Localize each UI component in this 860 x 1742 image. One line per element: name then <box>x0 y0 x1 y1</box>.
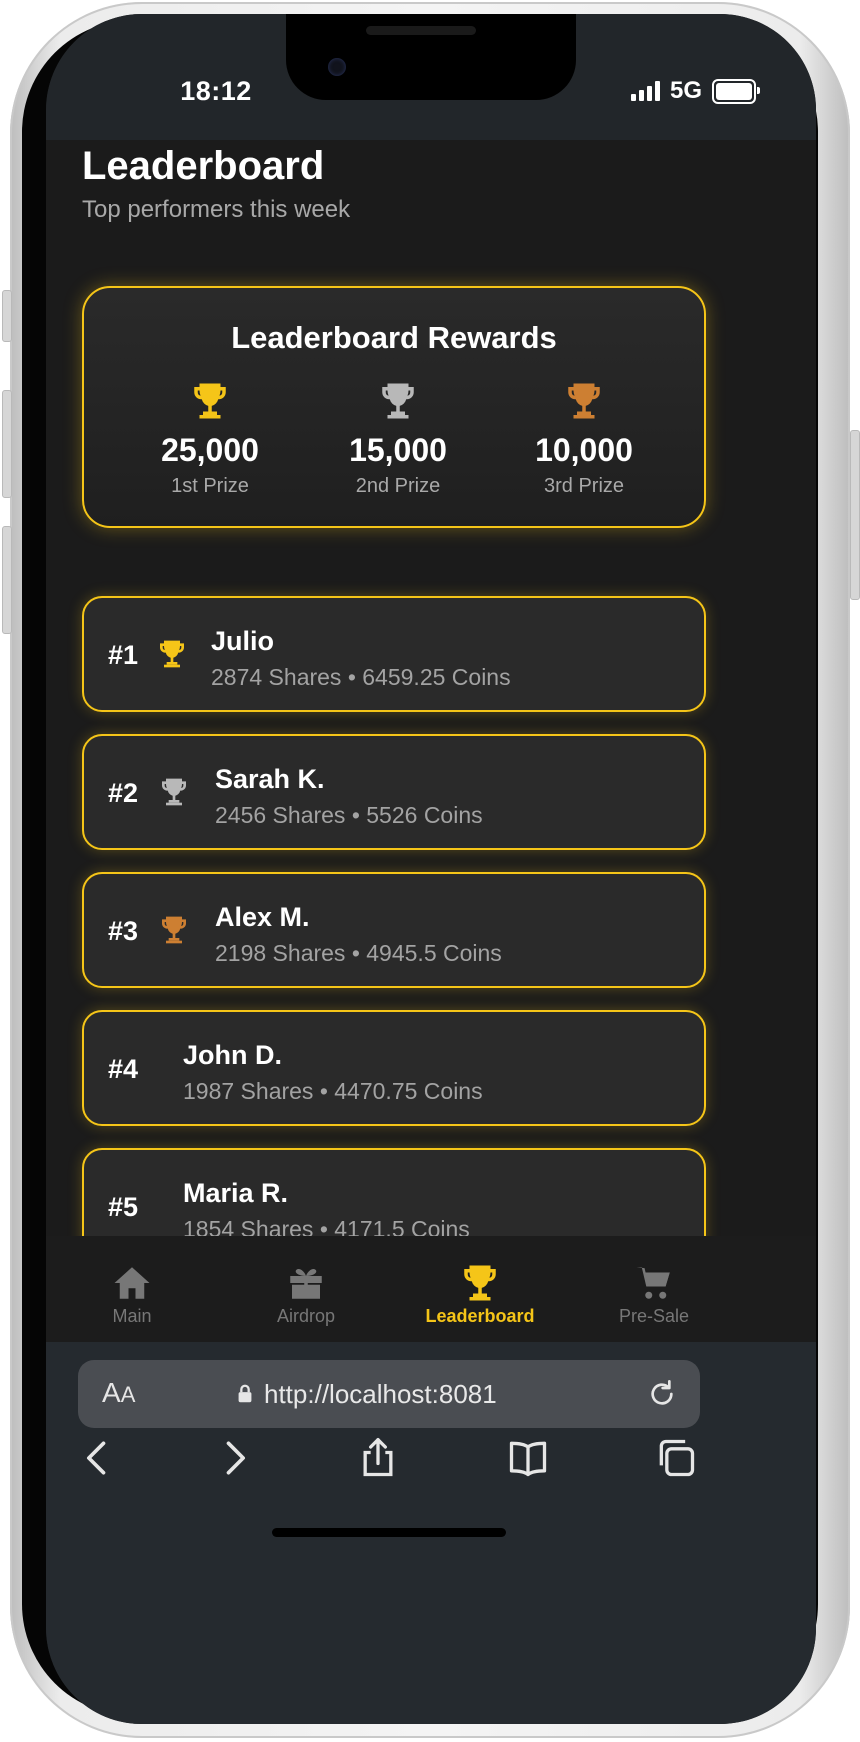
status-bar: 18:12 5G <box>46 14 816 140</box>
gold-trophy-icon <box>194 383 226 419</box>
tab-label: Main <box>112 1306 152 1326</box>
bookmarks-icon[interactable] <box>506 1436 550 1480</box>
network-label: 5G <box>669 77 702 104</box>
prize-second: 15,000 2nd Prize <box>298 380 498 498</box>
bottom-tab-bar: Main Airdrop Leaderboard Pre-Sale <box>46 1236 816 1342</box>
silver-trophy-icon <box>162 778 186 806</box>
tab-main[interactable]: Main <box>46 1262 222 1327</box>
tab-airdrop[interactable]: Airdrop <box>216 1262 396 1327</box>
cart-icon <box>636 1267 670 1299</box>
rewards-title: Leaderboard Rewards <box>231 320 557 355</box>
player-name: Sarah K. <box>215 764 325 794</box>
page-title: Leaderboard <box>82 144 325 188</box>
prize-label: 1st Prize <box>171 475 249 497</box>
rank-number: #4 <box>108 1054 139 1084</box>
trophy-icon <box>464 1265 496 1301</box>
share-icon[interactable] <box>356 1436 400 1480</box>
rank-number: #1 <box>108 640 139 670</box>
url-text: http://localhost:8081 <box>264 1379 497 1409</box>
prize-amount: 25,000 <box>161 432 259 468</box>
tab-pre-sale[interactable]: Pre-Sale <box>564 1262 744 1327</box>
rank-number: #2 <box>108 778 139 808</box>
power-button <box>850 430 860 600</box>
lock-icon <box>238 1384 252 1403</box>
player-name: Alex M. <box>215 902 310 932</box>
front-camera <box>328 58 346 76</box>
prize-amount: 10,000 <box>535 432 633 468</box>
prize-label: 3rd Prize <box>543 475 625 497</box>
player-stats: 2456 Shares • 5526 Coins <box>215 802 483 828</box>
reload-icon[interactable] <box>646 1378 678 1410</box>
prize-label: 2nd Prize <box>355 475 441 497</box>
leaderboard-row[interactable]: #5 Maria R. 1854 Shares • 4171.5 Coins <box>82 1148 706 1236</box>
status-indicators: 5G <box>630 76 760 106</box>
screen: 18:12 5G Leaderboard Top performers this… <box>46 14 816 1724</box>
prize-amount: 15,000 <box>349 432 447 468</box>
player-stats: 2198 Shares • 4945.5 Coins <box>215 940 502 966</box>
player-name: Maria R. <box>183 1178 289 1208</box>
speaker-grille <box>366 26 476 35</box>
leaderboard-row[interactable]: #3 Alex M. 2198 Shares • 4945.5 Coins <box>82 872 706 988</box>
leaderboard-row[interactable]: #1 Julio 2874 Shares • 6459.25 Coins <box>82 596 706 712</box>
gold-trophy-icon <box>160 640 184 668</box>
tab-leaderboard[interactable]: Leaderboard <box>390 1262 570 1327</box>
tab-label: Airdrop <box>276 1306 336 1326</box>
silver-trophy-icon <box>382 383 414 419</box>
battery-icon <box>712 78 760 104</box>
player-stats: 1987 Shares • 4470.75 Coins <box>183 1078 483 1104</box>
player-stats: 2874 Shares • 6459.25 Coins <box>211 664 511 690</box>
player-stats: 1854 Shares • 4171.5 Coins <box>183 1216 470 1236</box>
leaderboard-row[interactable]: #4 John D. 1987 Shares • 4470.75 Coins <box>82 1010 706 1126</box>
status-time: 18:12 <box>180 76 252 106</box>
mute-switch <box>2 290 12 342</box>
home-indicator <box>272 1528 506 1537</box>
page-subtitle: Top performers this week <box>82 196 351 223</box>
tab-label: Pre-Sale <box>618 1306 690 1326</box>
gift-icon <box>290 1268 322 1299</box>
rank-number: #3 <box>108 916 139 946</box>
forward-icon[interactable] <box>212 1436 256 1480</box>
home-icon <box>114 1267 150 1299</box>
prize-third: 10,000 3rd Prize <box>484 380 684 498</box>
volume-up-button <box>2 390 12 498</box>
leaderboard-row[interactable]: #2 Sarah K. 2456 Shares • 5526 Coins <box>82 734 706 850</box>
bronze-trophy-icon <box>162 916 186 944</box>
address-bar[interactable]: AA http://localhost:8081 <box>78 1360 700 1428</box>
back-icon[interactable] <box>76 1436 120 1480</box>
player-name: Julio <box>211 626 275 656</box>
tab-label: Leaderboard <box>425 1306 535 1326</box>
player-name: John D. <box>183 1040 282 1070</box>
browser-toolbar: AA http://localhost:8081 <box>46 1342 816 1724</box>
volume-down-button <box>2 526 12 634</box>
tabs-icon[interactable] <box>654 1436 698 1480</box>
signal-icon <box>630 81 660 101</box>
notch <box>286 14 576 100</box>
rewards-card: Leaderboard Rewards 25,000 1st Prize 15,… <box>82 286 706 528</box>
rank-number: #5 <box>108 1192 139 1222</box>
leaderboard-page[interactable]: Leaderboard Top performers this week Lea… <box>46 140 816 1236</box>
bronze-trophy-icon <box>568 383 600 419</box>
text-size-button[interactable]: AA <box>102 1377 135 1409</box>
prize-first: 25,000 1st Prize <box>110 380 310 498</box>
